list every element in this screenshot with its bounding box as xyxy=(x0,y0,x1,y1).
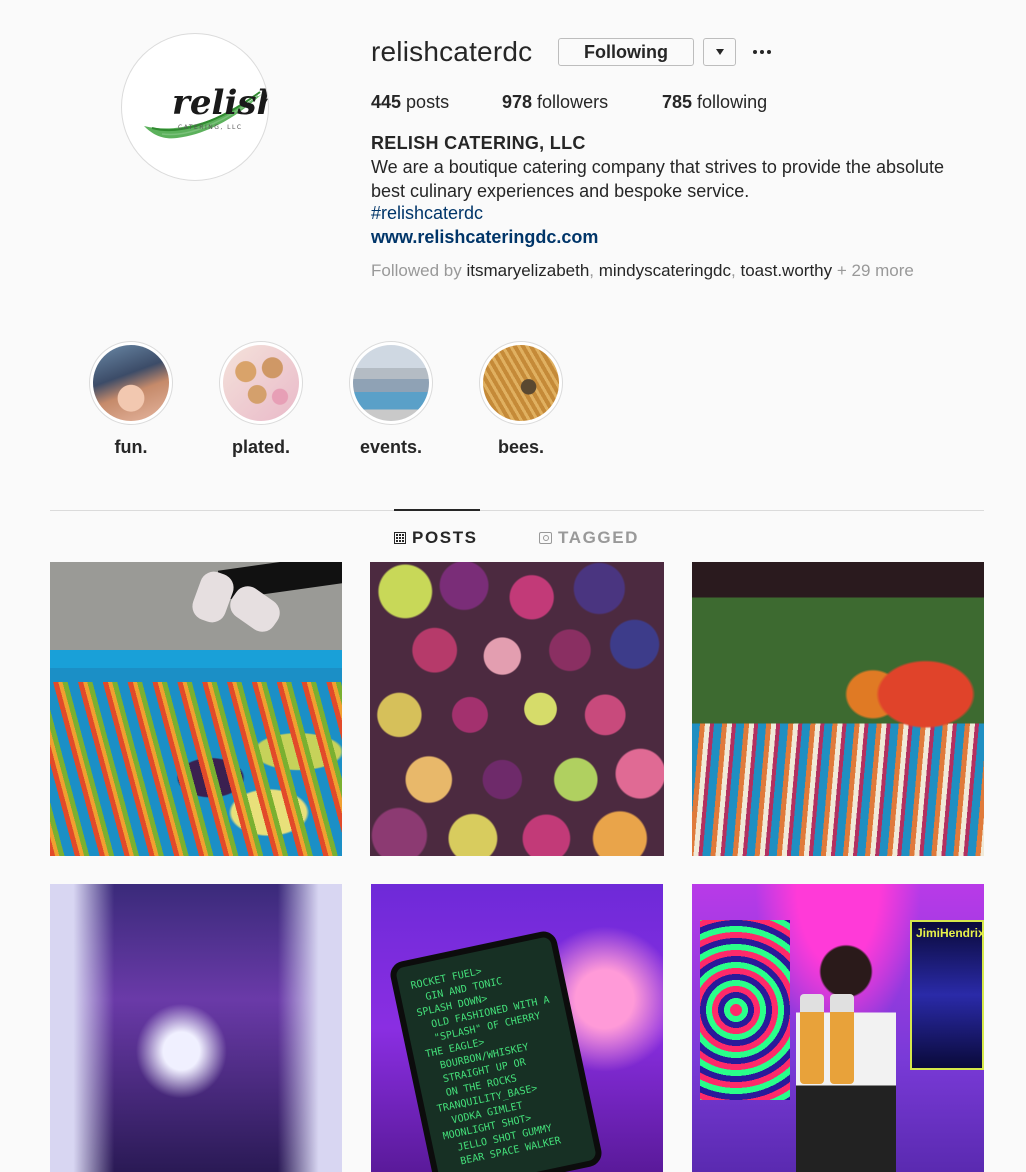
profile-website-link[interactable]: www.relishcateringdc.com xyxy=(371,227,598,248)
poster-text: JimiHendrix xyxy=(916,926,984,940)
highlight-ring xyxy=(349,341,433,425)
logo-subtext: CATERING, LLC xyxy=(178,124,243,131)
highlight-cover xyxy=(223,345,299,421)
tabs-divider xyxy=(50,510,984,511)
profile-bio: We are a boutique catering company that … xyxy=(371,157,945,201)
highlight-ring xyxy=(219,341,303,425)
highlight-label: bees. xyxy=(497,437,545,457)
highlight-cover xyxy=(93,345,169,421)
post-thumbnail-event-venue[interactable] xyxy=(50,884,342,1172)
highlight-cover xyxy=(483,345,559,421)
post-thumbnail-blacklight-bar[interactable]: JimiHendrix xyxy=(692,884,984,1172)
highlight-label: fun. xyxy=(114,437,148,457)
post-thumbnail-plums[interactable] xyxy=(370,562,664,856)
highlight-fun[interactable]: fun. xyxy=(89,341,173,458)
suggestions-dropdown-button[interactable] xyxy=(703,38,736,66)
following-link[interactable]: 785 following xyxy=(662,92,767,113)
highlight-ring xyxy=(479,341,563,425)
follower-name[interactable]: toast.worthy xyxy=(740,261,832,280)
highlight-label: plated. xyxy=(231,437,290,457)
active-tab-indicator xyxy=(394,509,480,511)
bio-hashtag-link[interactable]: #relishcaterdc xyxy=(371,203,483,224)
highlight-events[interactable]: events. xyxy=(349,341,433,458)
relish-logo: relish CATERING, LLC xyxy=(144,83,268,139)
tab-posts[interactable]: POSTS xyxy=(394,528,478,548)
posts-count: 445 posts xyxy=(371,92,450,112)
post-thumbnail-cocktail-sign[interactable]: ROCKET FUEL> GIN AND TONIC SPLASH DOWN> … xyxy=(371,884,663,1172)
highlight-cover xyxy=(353,345,429,421)
highlight-plated[interactable]: plated. xyxy=(219,341,303,458)
followed-by[interactable]: Followed by itsmaryelizabeth, mindyscate… xyxy=(371,261,991,280)
grid-icon xyxy=(394,532,406,544)
logo-wordmark: relish xyxy=(172,83,268,123)
chevron-down-icon xyxy=(715,49,724,55)
highlight-ring xyxy=(89,341,173,425)
tab-tagged[interactable]: TAGGED xyxy=(539,528,639,548)
more-options-icon xyxy=(753,50,757,54)
post-thumbnail-market-produce[interactable] xyxy=(692,562,984,856)
profile-full-name: RELISH CATERING, LLC xyxy=(371,133,586,153)
highlight-bees[interactable]: bees. xyxy=(479,341,563,458)
follower-name[interactable]: itsmaryelizabeth xyxy=(466,261,589,280)
more-options-button[interactable] xyxy=(748,38,776,66)
post-thumbnail-vegetables[interactable] xyxy=(50,562,342,856)
tagged-icon xyxy=(539,532,552,544)
followers-link[interactable]: 978 followers xyxy=(502,92,662,113)
cocktail-menu-sign: ROCKET FUEL> GIN AND TONIC SPLASH DOWN> … xyxy=(387,928,605,1172)
follower-name[interactable]: mindyscateringdc xyxy=(599,261,731,280)
profile-avatar[interactable]: relish CATERING, LLC xyxy=(121,33,269,181)
profile-stats: 445 posts 978 followers 785 following xyxy=(371,92,767,113)
profile-username: relishcaterdc xyxy=(371,36,533,67)
highlight-label: events. xyxy=(359,437,423,457)
following-button[interactable]: Following xyxy=(558,38,694,66)
